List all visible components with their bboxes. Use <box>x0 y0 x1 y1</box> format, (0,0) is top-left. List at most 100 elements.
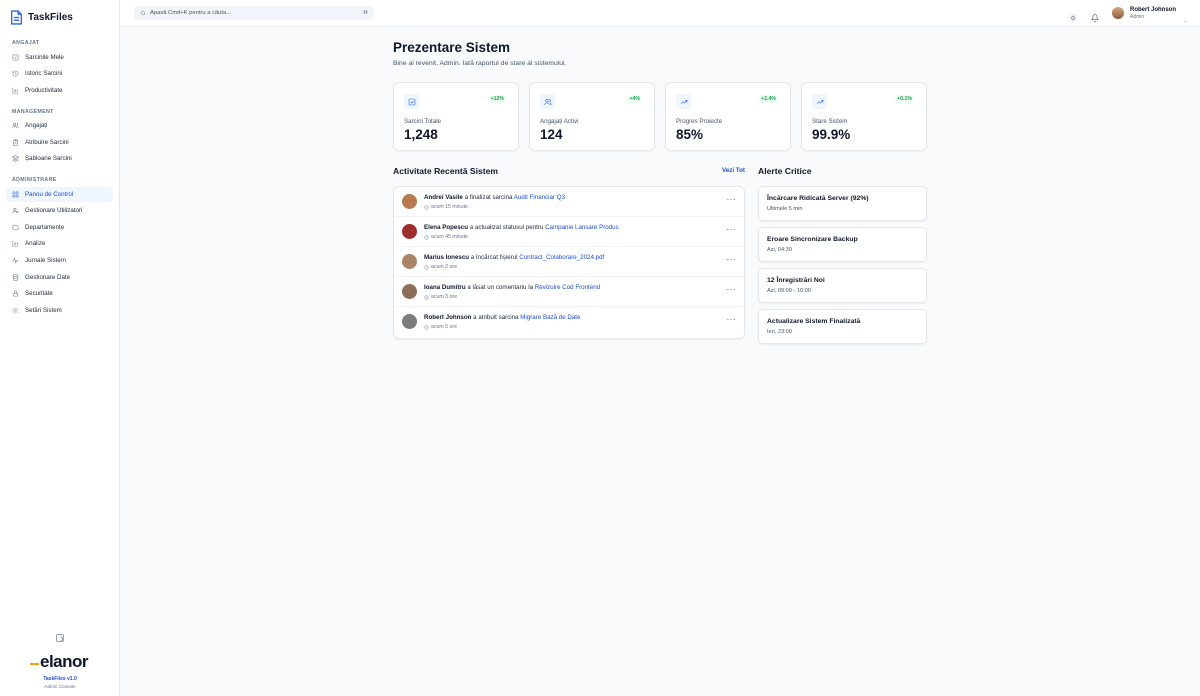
avatar <box>402 224 417 239</box>
gear-icon <box>12 307 19 314</box>
sidebar-item-label: Setări Sistem <box>25 307 62 314</box>
app-name: TaskFiles <box>28 11 73 23</box>
alert-card[interactable]: 12 Înregistrări Noi Azi, 09:00 - 10:00 <box>758 268 927 303</box>
activity-target-link[interactable]: Audit Financiar Q3 <box>514 194 565 201</box>
clock-icon <box>424 204 429 210</box>
avatar <box>1112 7 1124 19</box>
activity-user: Elena Popescu <box>424 224 469 231</box>
folder-icon <box>12 224 19 231</box>
clock-icon <box>424 234 429 240</box>
app-logo[interactable]: TaskFiles <box>10 8 73 26</box>
brand-mark <box>30 663 39 665</box>
users-icon <box>543 98 552 105</box>
activity-action: a finalizat sarcina <box>462 194 514 201</box>
stat-value: 124 <box>540 127 563 142</box>
alert-card[interactable]: Actualizare Sistem Finalizată Ieri, 23:0… <box>758 309 927 344</box>
view-all-link[interactable]: Vezi Tot <box>722 167 745 174</box>
sidebar-item-sarcinile-mele[interactable]: Sarcinile Mele <box>6 50 113 65</box>
activity-target-link[interactable]: Campanie Lansare Produs <box>545 224 619 231</box>
more-options-icon[interactable]: ··· <box>727 256 737 264</box>
bar-chart-icon <box>12 240 19 247</box>
stat-delta: +0.1% <box>895 95 914 103</box>
search-bar[interactable]: ⌘ <box>134 6 374 20</box>
check-square-icon <box>12 54 19 61</box>
alert-title: Încărcare Ridicată Server (92%) <box>767 195 869 202</box>
trending-up-icon <box>816 99 823 104</box>
sidebar-item-label: Panou de Control <box>25 191 74 198</box>
stat-value: 85% <box>676 127 704 142</box>
chevron-down-icon <box>1183 11 1188 22</box>
theme-toggle-button[interactable] <box>1069 9 1077 22</box>
sidebar-item-angajati[interactable]: Angajați <box>6 118 113 133</box>
sidebar-item-analize[interactable]: Analize <box>6 236 113 251</box>
bell-icon <box>1091 14 1099 22</box>
activity-text: Robert Johnson a atribuit sarcina Migrar… <box>424 314 580 321</box>
sidebar-item-setari-sistem[interactable]: Setări Sistem <box>6 303 113 318</box>
user-menu[interactable]: Robert Johnson Admin <box>1112 5 1188 22</box>
clock-icon <box>424 294 429 300</box>
alert-card[interactable]: Eroare Sincronizare Backup Azi, 04:30 <box>758 227 927 262</box>
activity-text: Ioana Dumitru a lăsat un comentariu la R… <box>424 284 600 291</box>
stat-card-angajati-activi: +4% Angajați Activi 124 <box>529 82 655 151</box>
avatar <box>402 254 417 269</box>
more-options-icon[interactable]: ··· <box>727 196 737 204</box>
stat-icon <box>540 94 555 109</box>
sidebar-item-atribuire-sarcini[interactable]: Atribuire Sarcini <box>6 135 113 150</box>
sidebar-item-gestionare-utilizatori[interactable]: Gestionare Utilizatori <box>6 203 113 218</box>
sidebar-item-panou-de-control[interactable]: Panou de Control <box>6 187 113 202</box>
activity-action: a actualizat statusul pentru <box>468 224 546 231</box>
activity-time: acum 3 ore <box>424 294 457 300</box>
more-options-icon[interactable]: ··· <box>727 226 737 234</box>
activity-target-link[interactable]: Migrare Bază de Date <box>520 314 580 321</box>
activity-time-text: acum 2 ore <box>431 264 457 270</box>
stat-label: Stare Sistem <box>812 118 848 125</box>
bar-chart-icon <box>12 87 19 94</box>
activity-time-text: acum 3 ore <box>431 294 457 300</box>
sidebar-item-sabloane-sarcini[interactable]: Șabloane Sarcini <box>6 151 113 166</box>
avatar <box>402 314 417 329</box>
alert-time: Ieri, 23:00 <box>767 329 792 335</box>
activity-action: a lăsat un comentariu la <box>465 284 535 291</box>
sidebar-item-istoric-sarcini[interactable]: Istoric Sarcini <box>6 66 113 81</box>
clipboard-icon <box>13 139 18 146</box>
activity-title: Activitate Recentă Sistem <box>393 166 499 176</box>
sidebar-item-label: Departamente <box>25 224 65 231</box>
activity-time: acum 45 minute <box>424 234 468 240</box>
stat-card-sarcini-totale: +12% Sarcini Totale 1,248 <box>393 82 519 151</box>
sun-icon <box>1069 14 1077 22</box>
more-options-icon[interactable]: ··· <box>727 316 737 324</box>
stat-delta: +12% <box>488 95 506 103</box>
activity-target-link[interactable]: Contract_Colaborare_2024.pdf <box>519 254 604 261</box>
activity-time: acum 15 minute <box>424 204 468 210</box>
collapse-sidebar-icon[interactable] <box>56 634 64 642</box>
stat-label: Angajați Activi <box>540 118 579 125</box>
notifications-button[interactable] <box>1091 9 1099 22</box>
stat-card-stare-sistem: +0.1% Stare Sistem 99.9% <box>801 82 927 151</box>
stat-delta: +2.4% <box>759 95 778 103</box>
sidebar-item-label: Productivitate <box>25 87 63 94</box>
section-label-administrare: ADMINISTRARE <box>12 177 57 183</box>
stat-label: Sarcini Totale <box>404 118 442 125</box>
sidebar-item-productivitate[interactable]: Productivitate <box>6 83 113 98</box>
section-label-angajat: ANGAJAT <box>12 40 40 46</box>
avatar <box>402 194 417 209</box>
activity-target-link[interactable]: Revizuire Cod Frontend <box>535 284 600 291</box>
stat-value: 99.9% <box>812 127 851 142</box>
sidebar-item-jurnale-sistem[interactable]: Jurnale Sistem <box>6 253 113 268</box>
stat-icon <box>676 94 691 109</box>
sidebar-item-departamente[interactable]: Departamente <box>6 220 113 235</box>
sidebar-item-securitate[interactable]: Securitate <box>6 286 113 301</box>
layers-icon <box>12 155 19 162</box>
stat-icon <box>812 94 827 109</box>
user-cog-icon <box>12 207 19 214</box>
sidebar-item-label: Jurnale Sistem <box>25 257 66 264</box>
sidebar-item-gestionare-date[interactable]: Gestionare Date <box>6 270 113 285</box>
stat-delta: +4% <box>627 95 642 103</box>
alert-card[interactable]: Încărcare Ridicată Server (92%) Ultimele… <box>758 186 927 221</box>
alert-title: Eroare Sincronizare Backup <box>767 236 858 243</box>
sidebar-item-label: Atribuire Sarcini <box>25 139 69 146</box>
more-options-icon[interactable]: ··· <box>727 286 737 294</box>
sidebar-item-label: Gestionare Date <box>25 274 71 281</box>
list-item: Elena Popescu a actualizat statusul pent… <box>394 217 744 247</box>
search-input[interactable] <box>150 10 363 16</box>
